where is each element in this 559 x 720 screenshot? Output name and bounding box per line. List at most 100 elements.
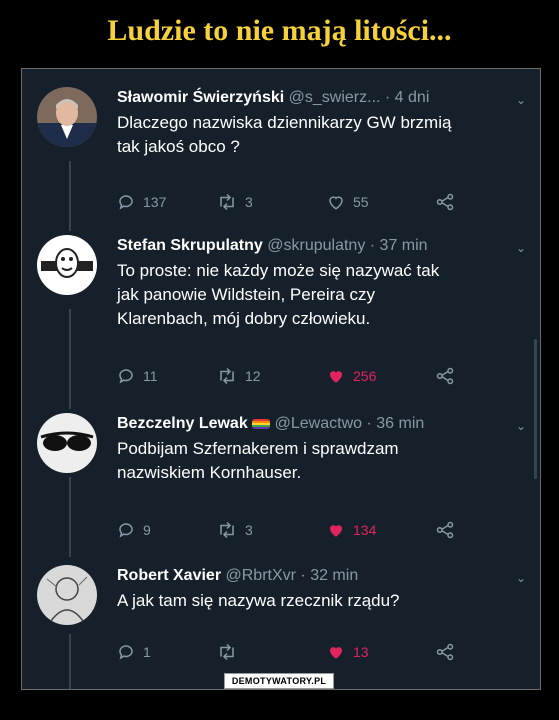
- retweet-icon: [220, 643, 234, 661]
- separator: ·: [365, 237, 380, 254]
- reply-count: 9: [143, 522, 151, 538]
- like-button[interactable]: 13: [327, 643, 369, 661]
- timestamp[interactable]: 4 dni: [395, 89, 430, 106]
- tweet-header: Robert Xavier @RbrtXvr · 32 min: [117, 567, 527, 585]
- tweet-actions: 1 13: [117, 643, 527, 665]
- chevron-down-icon[interactable]: ⌄: [516, 419, 526, 433]
- share-button[interactable]: [435, 367, 455, 385]
- scrollbar[interactable]: [534, 339, 537, 479]
- reply-icon: [119, 645, 133, 660]
- like-count: 256: [353, 368, 377, 384]
- share-icon: [436, 367, 454, 385]
- chevron-down-icon[interactable]: ⌄: [516, 241, 526, 255]
- retweet-button[interactable]: [217, 643, 245, 661]
- tweet-thread-screenshot: Sławomir Świerzyński @s_swierz... · 4 dn…: [21, 68, 541, 690]
- like-button[interactable]: 55: [327, 193, 369, 211]
- avatar[interactable]: [37, 87, 97, 147]
- display-name[interactable]: Bezczelny Lewak: [117, 415, 248, 432]
- tweet-text: Podbijam Szfernakerem i sprawdzam nazwis…: [117, 437, 527, 485]
- tweet-actions: 11 12 256: [117, 367, 527, 389]
- portrait-man-icon: [37, 87, 97, 147]
- separator: ·: [295, 567, 311, 584]
- share-button[interactable]: [435, 193, 455, 211]
- reply-button[interactable]: 9: [117, 521, 151, 539]
- tweet-text-line: Klarenbach, mój dobry człowieku.: [117, 309, 371, 328]
- cartoon-logo-icon: [37, 235, 97, 295]
- like-button[interactable]: 134: [327, 521, 376, 539]
- tweet-header: Stefan Skrupulatny @skrupulatny · 37 min: [117, 237, 527, 255]
- like-count: 134: [353, 522, 377, 538]
- avatar[interactable]: [37, 565, 97, 625]
- tweet-text: Dlaczego nazwiska dziennikarzy GW brzmią…: [117, 111, 527, 159]
- tweet-text-line: tak jakoś obco ?: [117, 137, 240, 156]
- thread-line: [69, 309, 71, 409]
- like-button[interactable]: 256: [327, 367, 376, 385]
- tweet-text: To proste: nie każdy może się nazywać ta…: [117, 259, 527, 331]
- tweet-actions: 137 3 55: [117, 193, 527, 215]
- reply-icon: [119, 523, 133, 538]
- user-handle[interactable]: @Lewactwo: [275, 415, 362, 432]
- retweet-count: 12: [245, 368, 261, 384]
- reply-count: 11: [143, 368, 158, 384]
- separator: ·: [362, 415, 377, 432]
- tweet-header: Sławomir Świerzyński @s_swierz... · 4 dn…: [117, 89, 527, 107]
- separator: ·: [380, 89, 395, 106]
- like-count: 13: [353, 644, 369, 660]
- display-name[interactable]: Robert Xavier: [117, 567, 221, 584]
- reply-icon: [119, 369, 133, 384]
- watermark: DEMOTYWATORY.PL: [224, 673, 334, 689]
- share-icon: [436, 521, 454, 539]
- timestamp[interactable]: 36 min: [376, 415, 424, 432]
- thread-line: [69, 634, 71, 689]
- display-name[interactable]: Sławomir Świerzyński: [117, 89, 284, 106]
- like-count: 55: [353, 194, 369, 210]
- tweet-text-line: nazwiskiem Kornhauser.: [117, 463, 302, 482]
- share-icon: [436, 193, 454, 211]
- retweet-icon: [220, 367, 234, 385]
- heart-filled-icon: [330, 371, 342, 383]
- share-button[interactable]: [435, 521, 455, 539]
- thread-line: [69, 161, 71, 231]
- sunglasses-icon: [37, 413, 97, 473]
- tweet-text: A jak tam się nazywa rzecznik rządu?: [117, 589, 527, 613]
- retweet-count: 3: [245, 194, 253, 210]
- tweet-text-line: Podbijam Szfernakerem i sprawdzam: [117, 439, 399, 458]
- display-name[interactable]: Stefan Skrupulatny: [117, 237, 263, 254]
- tweet-actions: 9 3 134: [117, 521, 527, 543]
- heart-filled-icon: [330, 647, 342, 659]
- reply-count: 1: [143, 644, 151, 660]
- reply-icon: [119, 195, 133, 210]
- page-title: Ludzie to nie mają litości...: [107, 14, 452, 47]
- share-icon: [436, 643, 454, 661]
- retweet-button[interactable]: 3: [217, 193, 253, 211]
- avatar[interactable]: [37, 413, 97, 473]
- tweet-text-line: A jak tam się nazywa rzecznik rządu?: [117, 591, 400, 610]
- tweet-text-line: Dlaczego nazwiska dziennikarzy GW brzmią: [117, 113, 452, 132]
- retweet-icon: [220, 193, 234, 211]
- retweet-icon: [220, 521, 234, 539]
- tweet-text-line: To proste: nie każdy może się nazywać ta…: [117, 261, 440, 280]
- tweet-header: Bezczelny Lewak @Lewactwo · 36 min: [117, 415, 527, 433]
- sketch-drawing-icon: [37, 565, 97, 625]
- tweet-text-line: jak panowie Wildstein, Pereira czy: [117, 285, 375, 304]
- reply-button[interactable]: 137: [117, 193, 166, 211]
- retweet-count: 3: [245, 522, 253, 538]
- reply-count: 137: [143, 194, 167, 210]
- user-handle[interactable]: @RbrtXvr: [226, 567, 296, 584]
- chevron-down-icon[interactable]: ⌄: [516, 93, 526, 107]
- avatar[interactable]: [37, 235, 97, 295]
- timestamp[interactable]: 37 min: [380, 237, 428, 254]
- chevron-down-icon[interactable]: ⌄: [516, 571, 526, 585]
- thread-line: [69, 477, 71, 557]
- retweet-button[interactable]: 12: [217, 367, 261, 385]
- reply-button[interactable]: 11: [117, 367, 158, 385]
- user-handle[interactable]: @skrupulatny: [267, 237, 365, 254]
- rainbow-flag-icon: [252, 418, 271, 429]
- user-handle[interactable]: @s_swierz...: [289, 89, 381, 106]
- share-button[interactable]: [435, 643, 455, 661]
- timestamp[interactable]: 32 min: [310, 567, 358, 584]
- retweet-button[interactable]: 3: [217, 521, 253, 539]
- reply-button[interactable]: 1: [117, 643, 151, 661]
- heart-outline-icon: [329, 196, 343, 210]
- heart-filled-icon: [330, 525, 342, 537]
